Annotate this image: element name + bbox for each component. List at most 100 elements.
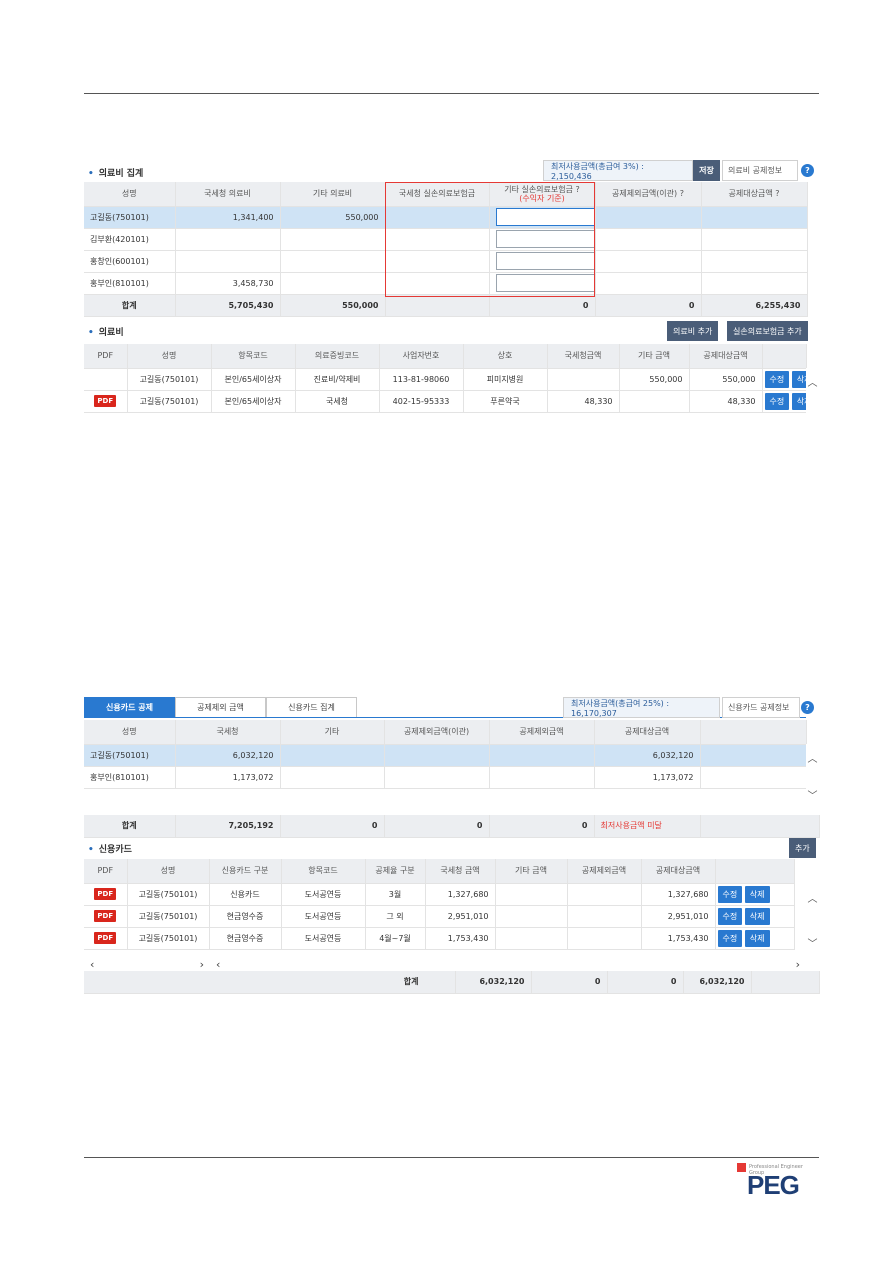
horizontal-scrollbar-right[interactable]: ‹ ›: [210, 958, 806, 971]
row-excl: [595, 272, 702, 295]
help-icon[interactable]: ?: [801, 164, 814, 177]
row-other: 550,000: [280, 206, 386, 229]
chevron-left-icon[interactable]: ‹: [216, 958, 220, 971]
row-other: [280, 766, 385, 789]
row-pdf: PDF: [84, 883, 128, 906]
chevron-right-icon[interactable]: ›: [796, 958, 800, 971]
card-table-scrollbar[interactable]: ︿ ﹀: [806, 884, 819, 956]
row-pdf: PDF: [84, 905, 128, 928]
pdf-icon[interactable]: PDF: [94, 395, 117, 407]
row-name: 고길동(750101): [127, 883, 210, 906]
table-row[interactable]: PDF 고길동(750101) 신용카드 도서공연등 3월 1,327,680 …: [84, 883, 795, 906]
row-nts: 1,341,400: [175, 206, 281, 229]
total-row: 합계 5,705,430 550,000 0 0 6,255,430: [84, 294, 808, 317]
edit-button[interactable]: 수정: [764, 392, 790, 410]
delete-button[interactable]: 삭제: [744, 929, 770, 947]
row-other: [280, 250, 386, 273]
card-deduction-info-link[interactable]: 신용카드 공제정보: [722, 697, 800, 718]
row-proof: 진료비/약제비: [295, 368, 380, 391]
row-name: 고길동(750101): [127, 390, 212, 413]
below-minimum-notice: 최저사용금액 미달: [594, 815, 701, 838]
delete-button[interactable]: 삭제: [791, 370, 805, 388]
col-pdf: PDF: [84, 344, 128, 369]
delete-button[interactable]: 삭제: [744, 885, 770, 903]
add-medical-button[interactable]: 의료비 추가: [667, 321, 719, 341]
row-other: 550,000: [619, 368, 690, 391]
table-row[interactable]: 홍부인(810101) 1,173,072 1,173,072: [84, 766, 807, 789]
row-actions: 수정 삭제: [715, 905, 795, 928]
row-type: 현금영수증: [209, 905, 282, 928]
total-spacer: [751, 971, 820, 994]
chevron-down-icon[interactable]: ﹀: [808, 935, 818, 950]
chevron-up-icon[interactable]: ︿: [808, 374, 818, 389]
row-other: [495, 927, 568, 950]
add-insurance-button[interactable]: 실손의료보험금 추가: [727, 321, 808, 341]
chevron-left-icon[interactable]: ‹: [90, 958, 94, 971]
chevron-down-icon[interactable]: ﹀: [808, 787, 818, 802]
row-target: 48,330: [689, 390, 763, 413]
edit-button[interactable]: 수정: [717, 885, 743, 903]
total-other: 0: [280, 815, 385, 838]
table-row[interactable]: 고길동(750101) 6,032,120 6,032,120: [84, 744, 807, 767]
col-name: 성명: [84, 720, 176, 745]
col-other-amount: 기타 금액: [495, 859, 568, 884]
pdf-icon[interactable]: PDF: [94, 888, 117, 900]
col-name: 성명: [127, 344, 212, 369]
total-excl-t: 0: [384, 815, 490, 838]
medical-deduction-info-link[interactable]: 의료비 공제정보: [722, 160, 798, 181]
row-code: 도서공연등: [281, 883, 366, 906]
pdf-icon[interactable]: PDF: [94, 932, 117, 944]
highlight-box: [385, 182, 595, 297]
row-rate: 4월~7월: [365, 927, 426, 950]
edit-button[interactable]: 수정: [717, 929, 743, 947]
total-nts: 7,205,192: [175, 815, 281, 838]
row-excl: [567, 905, 642, 928]
tab-credit-card-deduction[interactable]: 신용카드 공제: [84, 697, 175, 718]
tab-credit-card-summary[interactable]: 신용카드 집계: [266, 697, 357, 718]
tab-excluded-amount[interactable]: 공제제외 금액: [175, 697, 266, 718]
row-code: 본인/65세이상자: [211, 390, 296, 413]
total-label: 합계: [84, 971, 456, 994]
row-other: [280, 228, 386, 251]
total-nts: 6,032,120: [455, 971, 532, 994]
row-type: 신용카드: [209, 883, 282, 906]
logo-text: PEG: [747, 1170, 800, 1200]
pdf-icon[interactable]: PDF: [94, 910, 117, 922]
save-button[interactable]: 저장: [693, 160, 720, 181]
add-card-button[interactable]: 추가: [789, 838, 816, 858]
logo-red-square: [737, 1163, 746, 1172]
medical-scrollbar[interactable]: ︿: [806, 368, 819, 416]
chevron-up-icon[interactable]: ︿: [808, 750, 818, 765]
row-nts: [547, 368, 620, 391]
total-label: 합계: [84, 815, 176, 838]
col-item-code: 항목코드: [281, 859, 366, 884]
col-nts-medical: 국세청 의료비: [175, 182, 281, 207]
chevron-up-icon[interactable]: ︿: [808, 890, 818, 905]
row-rate: 그 외: [365, 905, 426, 928]
total-excl: 0: [489, 815, 595, 838]
col-actions: [715, 859, 795, 884]
delete-button[interactable]: 삭제: [791, 392, 805, 410]
col-nts: 국세청: [175, 720, 281, 745]
horizontal-scrollbar-left[interactable]: ‹ ›: [84, 958, 210, 971]
delete-button[interactable]: 삭제: [744, 907, 770, 925]
row-target: 2,951,010: [641, 905, 716, 928]
edit-button[interactable]: 수정: [764, 370, 790, 388]
table-row[interactable]: 고길동(750101) 본인/65세이상자 진료비/약제비 113-81-980…: [84, 368, 807, 391]
table-row[interactable]: PDF 고길동(750101) 본인/65세이상자 국세청 402-15-953…: [84, 390, 807, 413]
col-name: 성명: [84, 182, 176, 207]
col-rate-type: 공제율 구분: [365, 859, 426, 884]
row-spacer: [700, 766, 807, 789]
row-excl: [595, 206, 702, 229]
row-excl-t: [384, 744, 490, 767]
card-summary-scrollbar[interactable]: ︿ ﹀: [806, 744, 819, 808]
table-row[interactable]: PDF 고길동(750101) 현금영수증 도서공연등 그 외 2,951,01…: [84, 905, 795, 928]
help-icon[interactable]: ?: [801, 701, 814, 714]
chevron-right-icon[interactable]: ›: [200, 958, 204, 971]
row-spacer: [700, 744, 807, 767]
row-nts: 2,951,010: [425, 905, 496, 928]
table-row[interactable]: PDF 고길동(750101) 현금영수증 도서공연등 4월~7월 1,753,…: [84, 927, 795, 950]
total-target: 6,255,430: [701, 294, 808, 317]
medical-min-usage-info: 최저사용금액(총급여 3%) : 2,150,436: [543, 160, 693, 181]
edit-button[interactable]: 수정: [717, 907, 743, 925]
